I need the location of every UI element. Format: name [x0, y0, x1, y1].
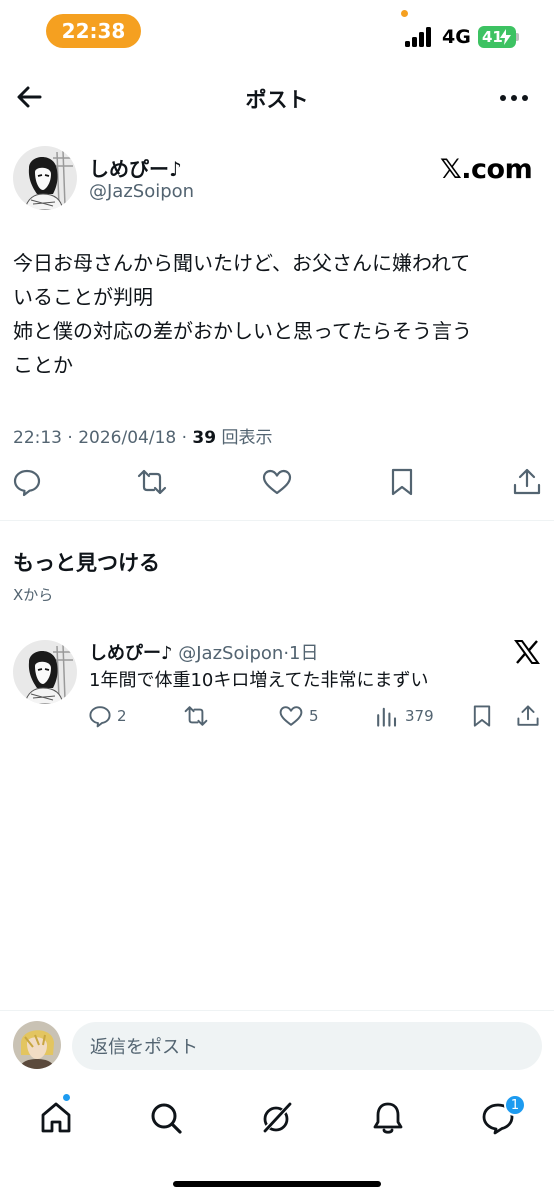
reply-input[interactable]: 返信をポスト — [72, 1022, 542, 1070]
charging-bolt-icon — [500, 29, 511, 45]
views-count: 379 — [405, 707, 434, 725]
post-text-line: ことか — [13, 353, 73, 377]
related-post-age: 1日 — [289, 643, 319, 664]
bookmark-icon[interactable] — [387, 467, 417, 497]
bookmark-icon[interactable] — [470, 704, 494, 728]
home-icon[interactable] — [38, 1100, 74, 1136]
post-text-line: いることが判明 — [13, 285, 153, 309]
post-metadata: 22:13 · 2026/04/18 · 39 回表示 — [13, 428, 273, 448]
post-actions — [0, 464, 554, 502]
author-handle[interactable]: @JazSoipon — [89, 181, 194, 202]
network-type: 4G — [442, 26, 471, 48]
like-count: 5 — [309, 707, 319, 725]
home-indicator[interactable] — [173, 1181, 381, 1187]
views-count[interactable]: 39 — [192, 428, 216, 448]
bottom-navigation — [0, 1090, 554, 1150]
reply-divider — [0, 1010, 554, 1011]
post-time: 22:13 — [13, 428, 62, 448]
repost-icon[interactable] — [184, 704, 208, 728]
repost-icon[interactable] — [137, 467, 167, 497]
grok-icon[interactable] — [259, 1100, 295, 1136]
post-date: 2026/04/18 — [78, 428, 177, 448]
post-text-line: 姉と僕の対応の差がおかしいと思ってたらそう言う — [13, 319, 472, 343]
privacy-indicator-dot — [401, 10, 408, 17]
status-bar: 22:38 4G 41 — [0, 0, 554, 64]
author-name[interactable]: しめぴー♪ — [89, 153, 182, 182]
post-text: 今日お母さんから聞いたけど、お父さんに嫌われて いることが判明 姉と僕の対応の差… — [13, 246, 541, 382]
x-logo-icon — [514, 640, 540, 664]
related-author-name[interactable]: しめぴー♪ — [89, 643, 173, 664]
discover-subtitle: Xから — [13, 586, 54, 604]
related-author-handle[interactable]: @JazSoipon — [178, 643, 283, 664]
reply-count: 2 — [117, 707, 127, 725]
status-time: 22:38 — [46, 14, 141, 48]
more-horizontal-icon[interactable] — [498, 84, 530, 112]
views-label: 回表示 — [221, 428, 273, 448]
discover-title: もっと見つける — [13, 551, 160, 575]
post-text-line: 今日お母さんから聞いたけど、お父さんに嫌われて — [13, 251, 471, 275]
home-notification-dot — [62, 1093, 71, 1102]
notifications-icon[interactable] — [370, 1100, 406, 1136]
related-post-actions: 2 5 379 — [0, 702, 554, 732]
like-icon[interactable] — [279, 704, 303, 728]
top-bar: ポスト — [0, 72, 554, 124]
xcom-logo: 𝕏.com — [440, 154, 533, 185]
search-icon[interactable] — [148, 1100, 184, 1136]
messages-badge: 1 — [504, 1094, 526, 1116]
related-author-avatar[interactable] — [13, 640, 77, 704]
share-icon[interactable] — [516, 704, 540, 728]
like-icon[interactable] — [262, 467, 292, 497]
reply-icon[interactable] — [88, 704, 112, 728]
related-post-text[interactable]: 1年間で体重10キロ増えてた非常にまずい — [89, 666, 428, 692]
related-post-header[interactable]: しめぴー♪ @JazSoipon·1日 — [89, 639, 319, 665]
battery-cap — [516, 33, 519, 41]
views-icon[interactable] — [375, 704, 399, 728]
signal-icon — [405, 27, 435, 47]
share-icon[interactable] — [512, 467, 542, 497]
section-divider — [0, 520, 554, 521]
current-user-avatar[interactable] — [13, 1021, 61, 1069]
page-title: ポスト — [245, 88, 309, 112]
reply-icon[interactable] — [12, 467, 42, 497]
author-avatar[interactable] — [13, 146, 77, 210]
